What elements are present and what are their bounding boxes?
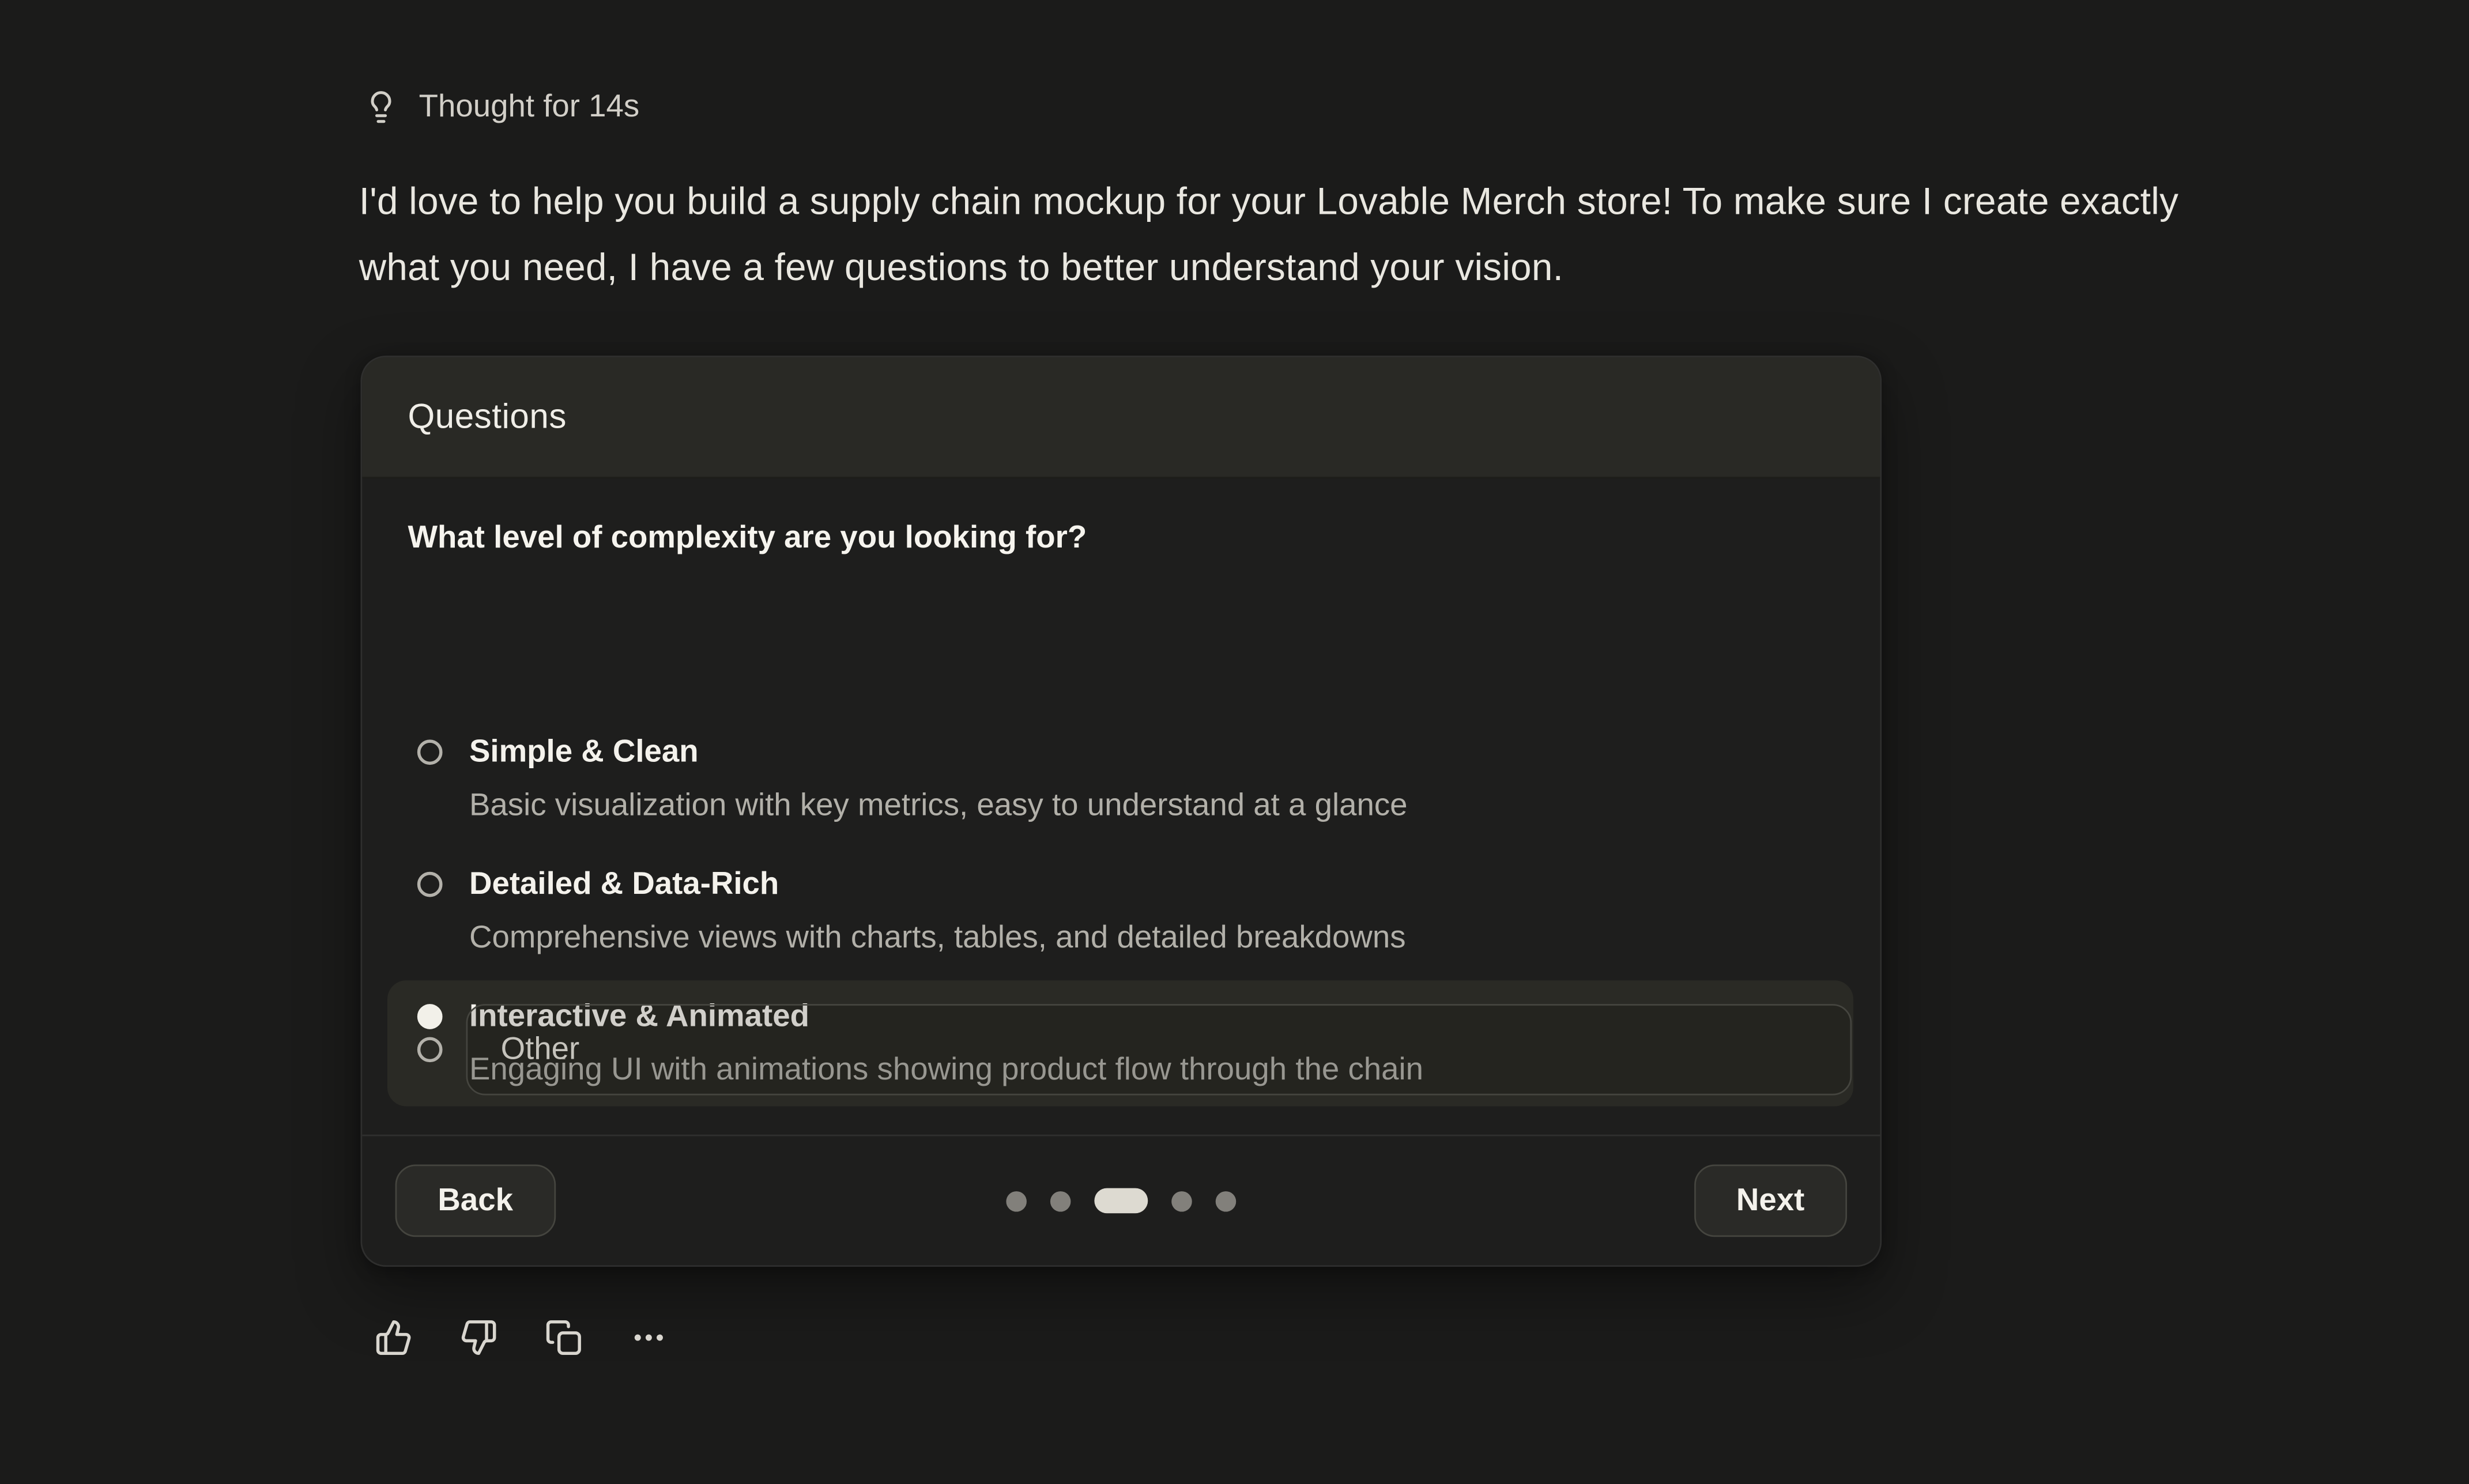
page-dot [1050, 1191, 1071, 1211]
lightbulb-icon [364, 90, 398, 124]
option-text: Detailed & Data-Rich Comprehensive views… [469, 858, 1406, 965]
option-detailed-data-rich[interactable]: Detailed & Data-Rich Comprehensive views… [387, 848, 1853, 974]
questions-card: Questions What level of complexity are y… [361, 356, 1882, 1267]
questions-card-footer: Back Next [362, 1135, 1880, 1266]
page-dot [1216, 1191, 1237, 1211]
question-text: What level of complexity are you looking… [408, 521, 1087, 557]
page-dot [1171, 1191, 1192, 1211]
option-other [387, 1004, 1852, 1095]
option-simple-clean[interactable]: Simple & Clean Basic visualization with … [387, 716, 1853, 841]
thumbs-up-icon [375, 1319, 413, 1357]
option-description: Basic visualization with key metrics, ea… [469, 779, 1408, 833]
card-title: Questions [408, 397, 566, 437]
option-description: Comprehensive views with charts, tables,… [469, 911, 1406, 965]
pagination-dots [1006, 1188, 1236, 1214]
copy-button[interactable] [545, 1319, 583, 1357]
thought-label: Thought for 14s [419, 89, 640, 125]
questions-card-header: Questions [362, 357, 1880, 478]
radio-unselected-icon[interactable] [417, 739, 443, 765]
page-dot-active [1094, 1188, 1148, 1214]
more-options-button[interactable] [630, 1319, 668, 1357]
questions-card-body: What level of complexity are you looking… [362, 478, 1880, 1135]
assistant-message: Thought for 14s I'd love to help you bui… [0, 0, 2469, 1484]
thumbs-up-button[interactable] [375, 1319, 413, 1357]
option-label: Detailed & Data-Rich [469, 858, 1406, 911]
thumbs-down-icon [460, 1319, 498, 1357]
back-button[interactable]: Back [395, 1165, 556, 1237]
other-input[interactable] [466, 1004, 1852, 1095]
radio-unselected-icon[interactable] [417, 872, 443, 897]
copy-icon [545, 1319, 583, 1357]
more-options-icon [630, 1319, 668, 1357]
message-actions [375, 1319, 668, 1357]
next-button[interactable]: Next [1694, 1165, 1847, 1237]
option-text: Simple & Clean Basic visualization with … [469, 726, 1408, 833]
option-label: Simple & Clean [469, 726, 1408, 779]
page-dot [1006, 1191, 1027, 1211]
thought-summary[interactable]: Thought for 14s [364, 85, 639, 129]
assistant-message-text: I'd love to help you build a supply chai… [359, 170, 2225, 302]
thumbs-down-button[interactable] [460, 1319, 498, 1357]
radio-unselected-icon[interactable] [417, 1037, 443, 1062]
